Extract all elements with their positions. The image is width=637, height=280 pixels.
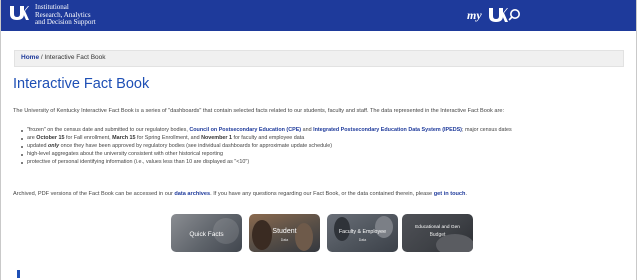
dashboard-tiles: Quick Facts Student Data Faculty & Emplo… <box>171 214 481 252</box>
tile-title: Educational and Gen <box>415 225 460 230</box>
top-navigation-bar: Institutional Research, Analytics and De… <box>1 0 636 31</box>
list-item: updated only once they have been approve… <box>20 143 620 151</box>
archive-text: Archived, PDF versions of the Fact Book … <box>13 190 175 197</box>
scroll-marker <box>17 270 20 278</box>
tile-subtitle: Data <box>280 238 289 242</box>
quick-facts-tile[interactable]: Quick Facts <box>171 214 242 252</box>
page-title: Interactive Fact Book <box>13 76 150 92</box>
faculty-employee-tile[interactable]: Faculty & Employee Data <box>327 214 398 252</box>
archive-text: . <box>465 190 467 197</box>
list-item-continuation: are October 15 for Fall enrollment, Marc… <box>20 135 620 143</box>
employee-census-date: November 1 <box>201 134 232 141</box>
unit-name: Institutional Research, Analytics and De… <box>35 3 165 27</box>
list-item-text: ; major census dates <box>461 127 512 133</box>
cpe-link[interactable]: Council on Postsecondary Education (CPE) <box>189 127 301 133</box>
tile-photo <box>252 220 272 250</box>
list-item-text: once they have been approved by regulato… <box>59 142 333 149</box>
uk-mark-icon <box>489 8 508 22</box>
search-icon[interactable] <box>508 7 524 23</box>
fact-book-properties-list: "frozen" on the census date and submitte… <box>20 127 620 167</box>
list-item-text: for Fall enrollment, <box>64 134 113 141</box>
myuk-label: my <box>467 8 482 22</box>
budget-tile[interactable]: Educational and Gen Budget <box>402 214 473 252</box>
site-logo[interactable]: Institutional Research, Analytics and De… <box>9 3 159 29</box>
get-in-touch-link[interactable]: get in touch <box>434 191 466 197</box>
tile-title: Quick Facts <box>189 231 224 238</box>
student-tile[interactable]: Student Data <box>249 214 320 252</box>
breadcrumb-home-link[interactable]: Home <box>21 54 39 61</box>
list-item-text: for Spring Enrollment, and <box>135 134 202 141</box>
list-item-text: "frozen" on the census date and submitte… <box>27 127 190 133</box>
list-item-text: for faculty and employee data <box>231 134 305 141</box>
archive-paragraph: Archived, PDF versions of the Fact Book … <box>13 191 467 197</box>
list-item: high-level aggregates about the universi… <box>20 151 620 159</box>
list-item: protective of personal identifying infor… <box>20 159 620 167</box>
tile-subtitle: Data <box>358 238 367 242</box>
ipeds-link[interactable]: Integrated Postsecondary Education Data … <box>313 127 462 133</box>
intro-paragraph: The University of Kentucky Interactive F… <box>13 107 504 114</box>
spring-census-date: March 15 <box>112 134 136 141</box>
list-item-text: updated <box>27 142 48 149</box>
list-item: "frozen" on the census date and submitte… <box>20 127 620 135</box>
data-archives-link[interactable]: data archives <box>174 191 210 197</box>
fall-census-date: October 15 <box>36 134 65 141</box>
tile-title: Student <box>272 228 297 235</box>
list-item-text: are <box>27 134 37 141</box>
breadcrumb-current: Interactive Fact Book <box>44 54 106 61</box>
list-item-text: and <box>301 127 314 133</box>
unit-name-line-3: and Decision Support <box>35 18 96 27</box>
emphasis-only: only <box>47 142 60 149</box>
breadcrumb: Home / Interactive Fact Book <box>21 54 106 61</box>
breadcrumb-bar: Home / Interactive Fact Book <box>14 50 624 67</box>
archive-text: . If you have any questions regarding ou… <box>210 190 434 197</box>
tile-subtitle: Budget <box>429 232 446 238</box>
tile-title: Faculty & Employee <box>338 229 387 235</box>
uk-logo-icon <box>10 6 29 20</box>
